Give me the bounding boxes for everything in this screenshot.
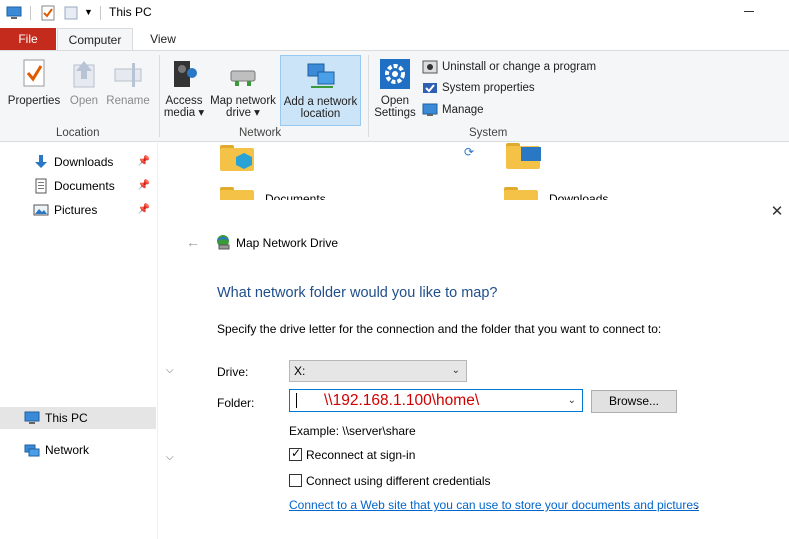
system-properties-icon [422,80,438,96]
rename-icon [112,57,144,91]
properties-quick-icon[interactable] [40,5,56,21]
nav-item-downloads[interactable]: Downloads 📌 [0,151,156,173]
pin-icon[interactable]: 📌 [138,156,150,167]
group-label-system: System [469,127,508,139]
documents-icon [33,178,49,194]
open-icon [68,57,100,91]
chevron-down-icon[interactable]: ⌄ [568,390,576,411]
uninstall-icon [422,59,438,75]
browse-button[interactable]: Browse... [591,390,677,413]
drive-label: Drive: [217,365,249,379]
add-network-location-button[interactable]: Add a network location [280,55,361,126]
rename-button[interactable]: Rename [104,55,152,107]
folder-input[interactable]: \\192.168.1.100\home\ ⌄ [289,389,583,412]
different-credentials-checkbox[interactable] [289,474,302,487]
navigation-pane: Downloads 📌 Documents 📌 Pictures 📌 This … [0,143,158,539]
link-period: . [695,498,699,512]
reconnect-checkbox[interactable] [289,446,302,461]
window-title: This PC [109,5,152,19]
web-site-link[interactable]: Connect to a Web site that you can use t… [289,498,699,512]
group-label-network: Network [239,127,282,139]
system-properties-button[interactable]: System properties [422,79,535,97]
ribbon-tabs: File Computer View [0,26,789,51]
ribbon: Properties Open Rename Location Access m… [0,50,789,142]
dialog-instruction: Specify the drive letter for the connect… [217,322,662,336]
computer-icon[interactable] [6,5,22,21]
download-arrow-icon [33,154,49,170]
access-media-button[interactable]: Access media ▾ [162,55,206,119]
manage-button[interactable]: Manage [422,101,484,119]
open-button[interactable]: Open [66,55,102,107]
folder-icon[interactable] [506,143,541,169]
chevron-down-icon[interactable]: ⌵ [166,452,174,463]
folder-label: Folder: [217,396,255,410]
pictures-icon [33,202,49,218]
drive-select[interactable]: X: ⌄ [289,360,467,382]
folder-icon[interactable] [220,145,254,171]
nav-item-this-pc[interactable]: This PC [0,407,156,429]
reconnect-label[interactable]: Reconnect at sign-in [306,448,415,462]
tab-view[interactable]: View [140,28,186,51]
example-text: Example: \\server\share [289,424,416,438]
map-drive-icon [215,234,231,250]
pin-icon[interactable]: 📌 [138,204,150,215]
network-icon [24,442,40,458]
settings-gear-icon [379,57,411,91]
properties-button[interactable]: Properties [4,55,64,107]
open-settings-button[interactable]: Open Settings [372,55,418,119]
map-network-drive-button[interactable]: Map network drive ▾ [207,55,279,119]
media-icon [168,57,200,91]
network-location-icon [305,58,337,92]
nav-item-network[interactable]: Network [0,439,156,461]
computer-icon [24,410,40,426]
chevron-down-icon[interactable]: ⌵ [166,365,174,376]
close-icon[interactable]: ✕ [770,204,784,219]
dialog-title: Map Network Drive [236,236,339,250]
nav-item-documents[interactable]: Documents 📌 [0,175,156,197]
network-drive-icon [227,57,259,91]
tab-file[interactable]: File [0,28,56,50]
title-bar: ▼ This PC [0,0,789,26]
new-folder-quick-icon[interactable] [63,5,79,21]
group-label-location: Location [56,127,100,139]
sync-icon: ⟳ [464,145,475,159]
chevron-down-icon: ⌄ [451,365,460,376]
dialog-heading: What network folder would you like to ma… [217,285,498,301]
properties-icon [18,57,50,91]
different-credentials-label[interactable]: Connect using different credentials [306,474,491,488]
customize-toolbar-icon[interactable]: ▼ [84,7,100,23]
pin-icon[interactable]: 📌 [138,180,150,191]
back-arrow-icon[interactable]: ← [186,234,200,250]
tab-computer[interactable]: Computer [57,28,133,51]
manage-icon [422,102,438,118]
nav-item-pictures[interactable]: Pictures 📌 [0,199,156,221]
minimize-icon[interactable] [744,11,754,12]
uninstall-program-button[interactable]: Uninstall or change a program [422,58,596,76]
map-network-drive-dialog [158,200,789,539]
